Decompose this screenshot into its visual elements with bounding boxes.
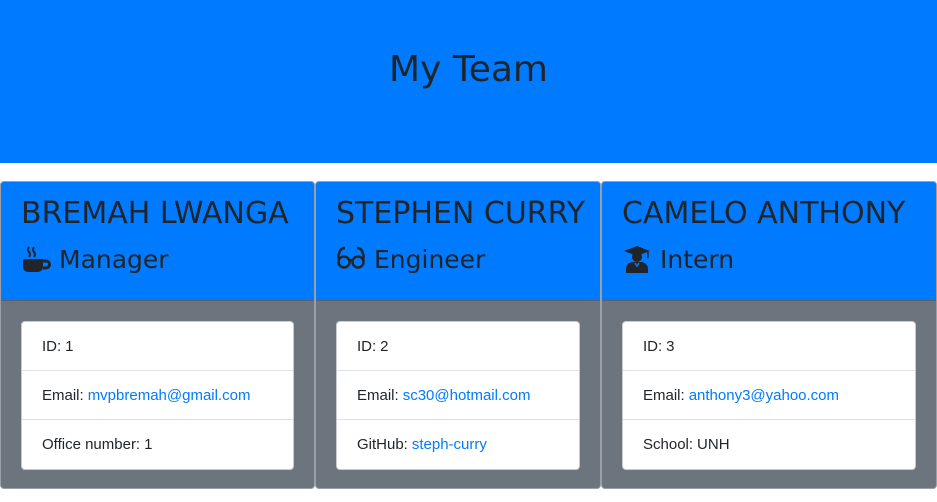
office-number-label: Office number: — [42, 436, 141, 453]
card-header: CAMELO ANTHONY Intern — [602, 182, 936, 301]
card-header: STEPHEN CURRY Engineer — [316, 182, 600, 301]
email-link[interactable]: sc30@hotmail.com — [403, 387, 531, 404]
email-link[interactable]: mvpbremah@gmail.com — [88, 387, 251, 404]
role-label: Engineer — [374, 244, 486, 274]
coffee-mug-icon — [21, 244, 51, 274]
page-title: My Team — [389, 49, 548, 90]
employee-role: Engineer — [336, 244, 580, 274]
role-label: Intern — [660, 244, 735, 274]
id-label: ID: — [357, 337, 377, 355]
id-value: 3 — [666, 337, 675, 355]
details-list: ID: 3 Email: anthony3@yahoo.com School: … — [622, 321, 916, 470]
card-body: ID: 3 Email: anthony3@yahoo.com School: … — [602, 301, 936, 488]
list-item-school: School: UNH — [623, 420, 915, 469]
card-body: ID: 2 Email: sc30@hotmail.com GitHub: st… — [316, 301, 600, 488]
list-item-email: Email: sc30@hotmail.com — [337, 371, 579, 420]
role-label: Manager — [59, 244, 169, 274]
email-link[interactable]: anthony3@yahoo.com — [689, 387, 839, 404]
email-label: Email: — [643, 386, 685, 404]
email-label: Email: — [42, 386, 84, 404]
school-label: School: — [643, 436, 694, 453]
employee-card-engineer: STEPHEN CURRY Engineer ID: 2 Email: sc30… — [315, 181, 601, 489]
header-banner: My Team — [0, 0, 937, 163]
employee-name: STEPHEN CURRY — [336, 196, 585, 231]
school-value: UNH — [697, 436, 730, 453]
details-list: ID: 2 Email: sc30@hotmail.com GitHub: st… — [336, 321, 580, 470]
graduate-icon — [622, 244, 652, 274]
email-label: Email: — [357, 386, 399, 404]
github-link[interactable]: steph-curry — [412, 436, 487, 453]
list-item-id: ID: 2 — [337, 322, 579, 371]
id-value: 2 — [380, 337, 389, 355]
details-list: ID: 1 Email: mvpbremah@gmail.com Office … — [21, 321, 294, 470]
employee-name: CAMELO ANTHONY — [622, 196, 906, 231]
employee-card-intern: CAMELO ANTHONY Intern ID: 3 Email: antho… — [601, 181, 937, 489]
id-label: ID: — [42, 337, 62, 355]
employee-role: Manager — [21, 244, 294, 274]
employee-card-manager: BREMAH LWANGA Manager ID: 1 Email: mvpbr… — [0, 181, 315, 489]
glasses-icon — [336, 244, 366, 274]
list-item-email: Email: mvpbremah@gmail.com — [22, 371, 293, 420]
id-value: 1 — [65, 337, 74, 355]
employee-role: Intern — [622, 244, 916, 274]
github-label: GitHub: — [357, 436, 408, 453]
id-label: ID: — [643, 337, 663, 355]
card-header: BREMAH LWANGA Manager — [1, 182, 314, 301]
list-item-github: GitHub: steph-curry — [337, 420, 579, 469]
card-body: ID: 1 Email: mvpbremah@gmail.com Office … — [1, 301, 314, 488]
employee-name: BREMAH LWANGA — [21, 196, 289, 231]
list-item-office: Office number: 1 — [22, 420, 293, 469]
list-item-id: ID: 3 — [623, 322, 915, 371]
office-number-value: 1 — [144, 436, 153, 453]
list-item-id: ID: 1 — [22, 322, 293, 371]
list-item-email: Email: anthony3@yahoo.com — [623, 371, 915, 420]
